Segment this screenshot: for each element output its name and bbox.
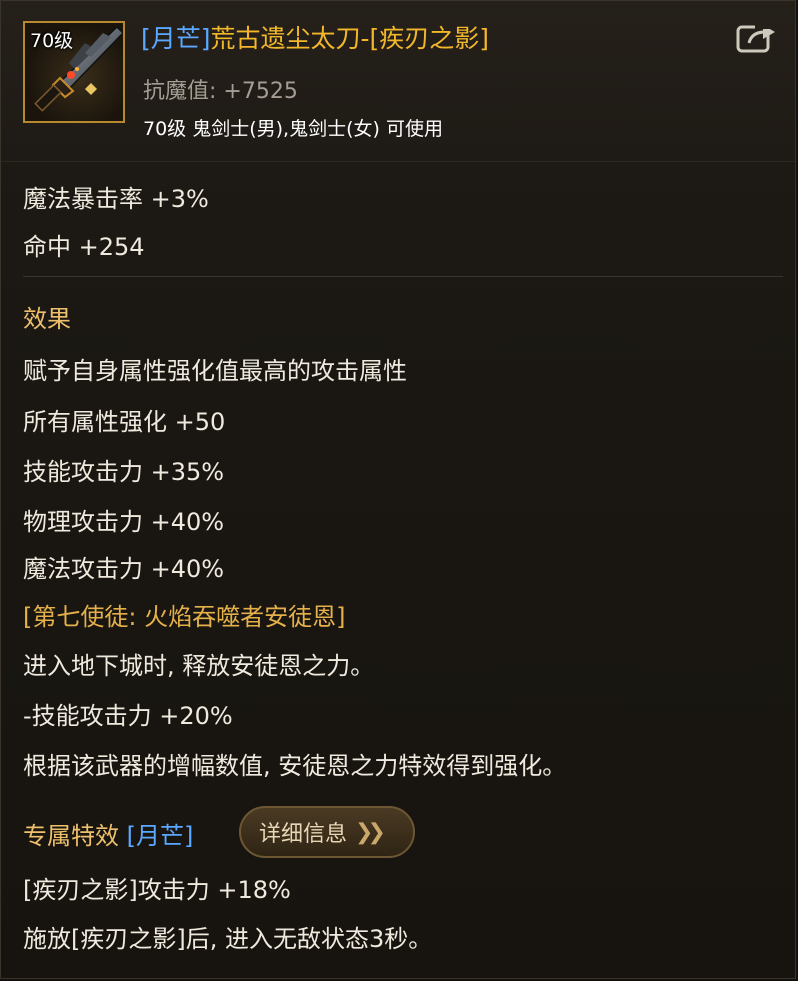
usable-classes: 70级 鬼剑士(男),鬼剑士(女) 可使用 xyxy=(143,118,443,140)
exclusive-line: 施放[疾刃之影]后, 进入无敌状态3秒。 xyxy=(23,925,433,953)
tooltip-header: 70级 [月芒]荒古遗尘太刀-[疾刃之影] 抗魔值: +7525 70级 鬼剑士… xyxy=(1,1,795,162)
detail-info-button[interactable]: 详细信息 ❯❯ xyxy=(239,806,415,858)
item-icon: 70级 xyxy=(23,21,125,123)
exclusive-grade: [月芒] xyxy=(126,822,194,850)
item-name: [月芒]荒古遗尘太刀-[疾刃之影] xyxy=(141,19,489,55)
share-button[interactable] xyxy=(735,21,777,55)
detail-info-label: 详细信息 xyxy=(259,822,348,847)
effect-line: 魔法攻击力 +40% xyxy=(23,555,225,583)
stat-line: 魔法暴击率 +3% xyxy=(23,185,209,213)
stat-line: 命中 +254 xyxy=(23,233,145,261)
apostle-line: 进入地下城时, 释放安徒恩之力。 xyxy=(23,652,375,680)
effect-heading: 效果 xyxy=(23,305,71,333)
share-icon xyxy=(736,25,775,53)
effect-line: 赋予自身属性强化值最高的攻击属性 xyxy=(23,357,407,385)
level-badge: 70级 xyxy=(30,30,74,52)
exclusive-heading: 专属特效 [月芒] xyxy=(23,816,193,851)
effect-line: 技能攻击力 +35% xyxy=(23,458,225,486)
exclusive-line: [疾刃之影]攻击力 +18% xyxy=(23,876,291,904)
divider xyxy=(23,276,783,277)
apostle-line: -技能攻击力 +20% xyxy=(23,702,233,730)
item-title: 荒古遗尘太刀-[疾刃之影] xyxy=(210,24,490,53)
resist-value: 抗魔值: +7525 xyxy=(143,79,298,104)
item-tooltip: 70级 [月芒]荒古遗尘太刀-[疾刃之影] 抗魔值: +7525 70级 鬼剑士… xyxy=(0,0,796,979)
exclusive-label: 专属特效 xyxy=(23,822,119,850)
effect-line: 所有属性强化 +50 xyxy=(23,408,226,436)
apostle-line: 根据该武器的增幅数值, 安徒恩之力特效得到强化。 xyxy=(23,752,567,780)
apostle-title: [第七使徒: 火焰吞噬者安徒恩] xyxy=(23,603,346,631)
effect-line: 物理攻击力 +40% xyxy=(23,508,225,536)
item-grade: [月芒] xyxy=(141,24,211,53)
double-chevron-right-icon: ❯❯ xyxy=(355,819,386,845)
